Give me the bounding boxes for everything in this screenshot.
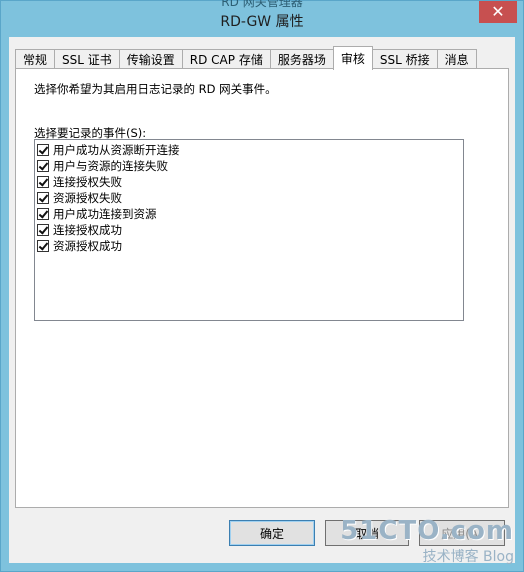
checkbox-checked-icon[interactable] — [37, 240, 49, 252]
tab-transport-settings[interactable]: 传输设置 — [118, 49, 183, 69]
close-button[interactable]: ✕ — [479, 1, 517, 23]
ok-button[interactable]: 确定 — [229, 520, 315, 546]
event-item-label: 连接授权失败 — [53, 175, 122, 189]
event-item[interactable]: 资源授权失败 — [35, 190, 463, 206]
event-item-label: 资源授权成功 — [53, 239, 122, 253]
tab-strip: 常规 SSL 证书 传输设置 RD CAP 存储 服务器场 审核 SSL 桥接 … — [15, 45, 477, 70]
checkbox-checked-icon[interactable] — [37, 160, 49, 172]
checkbox-checked-icon[interactable] — [37, 192, 49, 204]
checkbox-checked-icon[interactable] — [37, 176, 49, 188]
checkbox-checked-icon[interactable] — [37, 144, 49, 156]
event-item-label: 用户成功从资源断开连接 — [53, 143, 180, 157]
background-window-title: RD 网关管理器 — [221, 0, 303, 9]
auditing-description: 选择你希望为其启用日志记录的 RD 网关事件。 — [34, 82, 277, 96]
event-item-label: 用户与资源的连接失败 — [53, 159, 168, 173]
event-item[interactable]: 用户成功从资源断开连接 — [35, 142, 463, 158]
title-bar[interactable]: RD 网关管理器 RD-GW 属性 ✕ — [1, 0, 523, 37]
dialog-title: RD-GW 属性 — [220, 14, 304, 30]
event-item[interactable]: 资源授权成功 — [35, 238, 463, 254]
event-item-label: 连接授权成功 — [53, 223, 122, 237]
tab-ssl-certificate[interactable]: SSL 证书 — [54, 49, 120, 69]
properties-dialog: RD 网关管理器 RD-GW 属性 ✕ 常规 SSL 证书 传输设置 RD CA… — [0, 0, 524, 572]
cancel-button[interactable]: 取消 — [325, 520, 409, 546]
event-item[interactable]: 用户成功连接到资源 — [35, 206, 463, 222]
tab-server-farm[interactable]: 服务器场 — [269, 49, 334, 69]
tab-general[interactable]: 常规 — [15, 49, 56, 69]
apply-button[interactable]: 应用(A) — [419, 520, 505, 546]
event-item[interactable]: 连接授权成功 — [35, 222, 463, 238]
event-item-label: 资源授权失败 — [53, 191, 122, 205]
checkbox-checked-icon[interactable] — [37, 208, 49, 220]
tab-messages[interactable]: 消息 — [436, 49, 477, 69]
event-item[interactable]: 连接授权失败 — [35, 174, 463, 190]
tab-auditing[interactable]: 审核 — [332, 46, 373, 70]
auditing-panel: 选择你希望为其启用日志记录的 RD 网关事件。 选择要记录的事件(S): 用户成… — [15, 68, 509, 508]
event-item-label: 用户成功连接到资源 — [53, 207, 157, 221]
tab-rd-cap-store[interactable]: RD CAP 存储 — [181, 49, 271, 69]
dialog-body: 常规 SSL 证书 传输设置 RD CAP 存储 服务器场 审核 SSL 桥接 … — [9, 37, 515, 563]
event-item[interactable]: 用户与资源的连接失败 — [35, 158, 463, 174]
close-icon: ✕ — [491, 2, 505, 21]
checkbox-checked-icon[interactable] — [37, 224, 49, 236]
events-checklist[interactable]: 用户成功从资源断开连接 用户与资源的连接失败 连接授权失败 资源授权失败 用户成… — [34, 139, 464, 321]
tab-ssl-bridging[interactable]: SSL 桥接 — [371, 49, 438, 69]
